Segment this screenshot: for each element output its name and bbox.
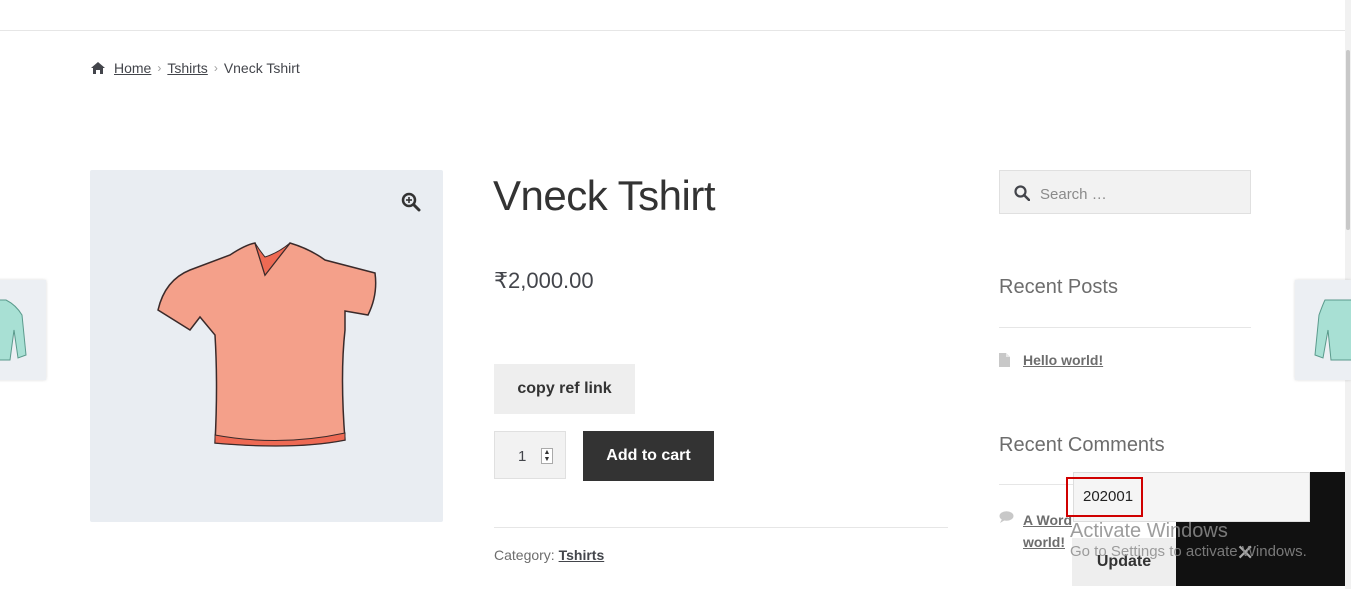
recent-post-link[interactable]: Hello world!: [1023, 352, 1103, 368]
document-icon: [999, 353, 1010, 367]
breadcrumb: Home › Tshirts › Vneck Tshirt: [90, 60, 300, 76]
previous-product-thumbnail[interactable]: [0, 280, 46, 380]
product-meta-divider: [494, 527, 948, 528]
quantity-stepper[interactable]: 1 ▲ ▼: [494, 431, 566, 479]
highlighted-code-value[interactable]: 202001: [1066, 477, 1143, 517]
recent-posts-divider: [999, 327, 1251, 328]
recent-posts-heading: Recent Posts: [999, 276, 1118, 298]
scrollbar-thumb[interactable]: [1346, 50, 1350, 230]
quantity-spinner-arrows[interactable]: ▲ ▼: [541, 448, 553, 464]
product-category-meta: Category: Tshirts: [494, 547, 604, 563]
next-product-image: [1314, 299, 1351, 361]
breadcrumb-current: Vneck Tshirt: [223, 60, 300, 76]
breadcrumb-separator: ›: [157, 61, 162, 75]
search-input[interactable]: [1038, 182, 1242, 206]
search-icon: [1014, 185, 1030, 201]
next-product-thumbnail[interactable]: [1295, 280, 1351, 380]
category-link[interactable]: Tshirts: [559, 547, 605, 563]
breadcrumb-category-link[interactable]: Tshirts: [167, 60, 207, 76]
zoom-icon[interactable]: [401, 192, 421, 212]
quantity-value: 1: [518, 448, 527, 465]
comment-icon: [999, 511, 1014, 523]
product-image-gallery[interactable]: [90, 170, 443, 522]
category-label: Category:: [494, 547, 555, 563]
breadcrumb-separator: ›: [213, 61, 218, 75]
product-title: Vneck Tshirt: [493, 172, 716, 219]
home-icon: [91, 62, 105, 74]
previous-product-image: [0, 299, 27, 361]
close-icon[interactable]: ✕: [1236, 540, 1254, 566]
header-divider: [0, 30, 1345, 31]
breadcrumb-home-link[interactable]: Home: [114, 60, 151, 76]
vneck-tshirt-image: [157, 242, 377, 447]
search-form: [999, 170, 1251, 214]
recent-comments-heading: Recent Comments: [999, 434, 1165, 456]
product-price: ₹2,000.00: [494, 268, 594, 293]
update-button[interactable]: Update: [1072, 538, 1176, 586]
add-to-cart-button[interactable]: Add to cart: [583, 431, 714, 481]
copy-ref-link-button[interactable]: copy ref link: [494, 364, 635, 414]
